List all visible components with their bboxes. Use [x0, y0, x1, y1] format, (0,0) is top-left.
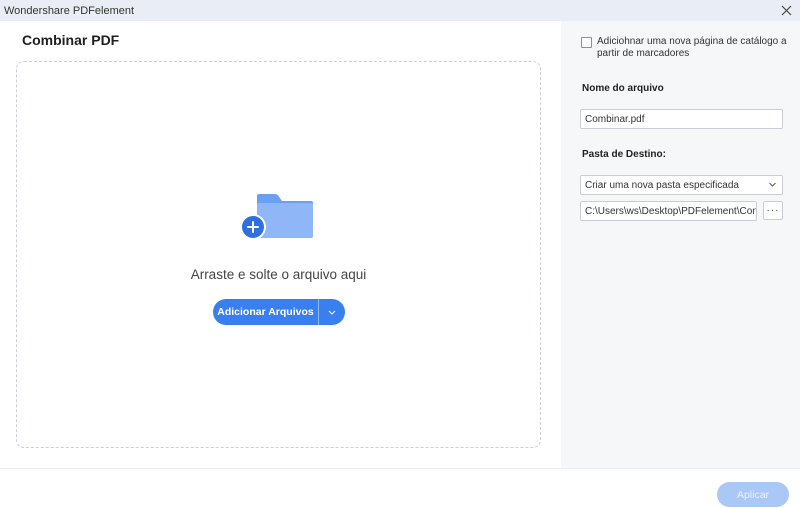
window-title: Wondershare PDFelement: [4, 4, 135, 17]
footer-bar: Aplicar: [0, 468, 800, 508]
catalog-page-label: Adiciohnar uma nova página de catálogo a…: [597, 36, 787, 59]
chevron-down-icon: [328, 310, 336, 315]
title-bar: Wondershare PDFelement: [0, 0, 800, 21]
destination-select[interactable]: Criar uma nova pasta especificada: [580, 175, 783, 195]
folder-add-icon: [239, 192, 315, 248]
catalog-page-option: Adiciohnar uma nova página de catálogo a…: [581, 36, 791, 60]
catalog-page-checkbox[interactable]: [581, 37, 592, 48]
filename-input[interactable]: Combinar.pdf: [580, 109, 783, 129]
page-title: Combinar PDF: [22, 32, 120, 48]
drop-instruction: Arraste e solte o arquivo aqui: [190, 267, 367, 282]
add-files-split-button: Adicionar Arquivos: [213, 299, 345, 325]
settings-sidebar: Adiciohnar uma nova página de catálogo a…: [561, 21, 800, 468]
chevron-down-icon: [769, 182, 776, 187]
add-files-dropdown[interactable]: [319, 299, 345, 325]
destination-path-input[interactable]: C:\Users\ws\Desktop\PDFelement\Con: [580, 201, 757, 221]
destination-label: Pasta de Destino:: [582, 149, 666, 160]
filename-label: Nome do arquivo: [582, 83, 664, 94]
add-files-button[interactable]: Adicionar Arquivos: [213, 299, 318, 325]
apply-button[interactable]: Aplicar: [717, 482, 789, 507]
destination-select-value: Criar uma nova pasta especificada: [585, 179, 739, 191]
file-drop-zone[interactable]: Arraste e solte o arquivo aqui Adicionar…: [16, 61, 541, 448]
close-icon[interactable]: [778, 2, 794, 18]
combine-panel: Combinar PDF Arraste e solte o arquivo a…: [0, 21, 561, 468]
browse-folder-button[interactable]: ···: [763, 201, 783, 220]
